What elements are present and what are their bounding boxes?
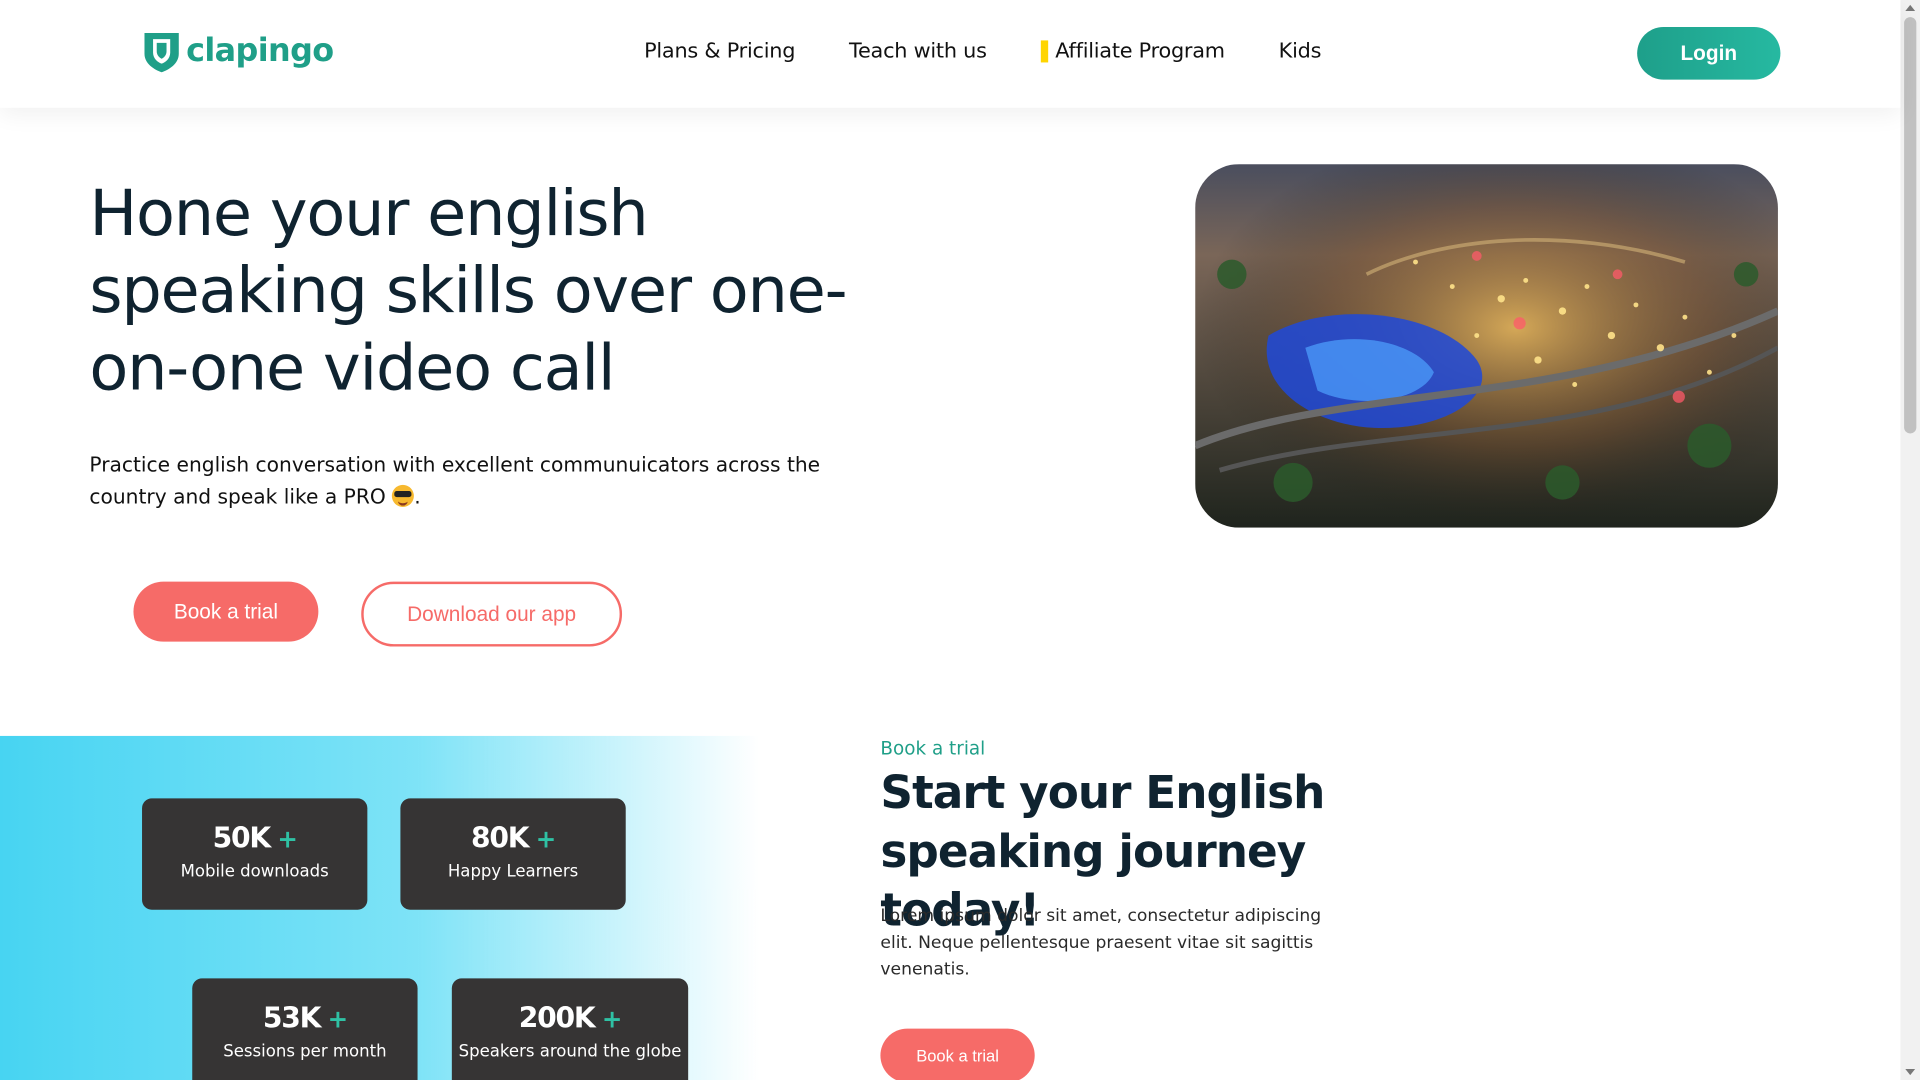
main-nav: Plans & Pricing Teach with us Affiliate … [644, 39, 1375, 63]
plus-icon: + [277, 824, 298, 854]
stat-number: 200K [518, 1002, 596, 1035]
nav-affiliate-program[interactable]: Affiliate Program [1040, 39, 1225, 64]
page-scrollbar[interactable] [1900, 0, 1920, 1080]
stat-number: 80K [471, 822, 530, 855]
stat-label: Speakers around the globe [458, 1042, 682, 1062]
stat-value: 200K + [452, 1003, 688, 1035]
hero-subtitle-end: . [414, 484, 421, 509]
scroll-down-arrow-icon[interactable] [1905, 1068, 1916, 1076]
stat-value: 53K + [192, 1003, 417, 1035]
clapingo-logo[interactable]: clapingo [142, 29, 334, 73]
plus-icon: + [327, 1004, 349, 1034]
stat-label: Happy Learners [447, 862, 579, 882]
plus-icon: + [601, 1004, 623, 1034]
stat-number: 53K [262, 1002, 322, 1035]
stat-card-learners: 80K + Happy Learners [400, 798, 626, 910]
stat-card-speakers: 200K + Speakers around the globe [451, 978, 689, 1080]
stat-card-sessions: 53K + Sessions per month [192, 978, 418, 1080]
stat-value: 50K + [142, 823, 367, 855]
stat-value: 80K + [400, 823, 625, 855]
brand-name: clapingo [186, 33, 334, 70]
hero-title: Hone your english speaking skills over o… [89, 177, 847, 406]
nav-teach-with-us[interactable]: Teach with us [849, 39, 987, 63]
highlight-bar [1040, 40, 1048, 63]
nav-plans-pricing[interactable]: Plans & Pricing [644, 39, 795, 63]
nav-affiliate-label: Affiliate Program [1055, 39, 1225, 64]
plus-icon: + [535, 824, 557, 854]
scroll-up-arrow-icon[interactable] [1905, 4, 1916, 12]
theme-park-aerial-image [1195, 164, 1778, 528]
hero-subtitle-text: Practice english conversation with excel… [89, 453, 821, 509]
book-trial-button[interactable]: Book a trial [133, 581, 319, 642]
sunglasses-emoji-icon [392, 484, 415, 507]
nav-kids[interactable]: Kids [1279, 39, 1322, 63]
stat-label: Mobile downloads [180, 862, 329, 882]
site-header: clapingo Plans & Pricing Teach with us A… [0, 0, 1901, 108]
section-body: Lorem ipsum dolor sit amet, consectetur … [880, 906, 1322, 980]
scroll-thumb[interactable] [1904, 17, 1917, 434]
section-eyebrow: Book a trial [880, 737, 986, 760]
shield-logo-icon [144, 33, 179, 73]
hero-subtitle: Practice english conversation with excel… [89, 449, 873, 513]
aerial-illustration [1195, 164, 1778, 528]
stat-card-downloads: 50K + Mobile downloads [142, 798, 368, 910]
login-button[interactable]: Login [1637, 26, 1781, 80]
section-book-trial-button[interactable]: Book a trial [880, 1028, 1035, 1080]
download-app-button[interactable]: Download our app [361, 581, 623, 647]
stat-label: Sessions per month [223, 1042, 387, 1062]
stat-number: 50K [212, 822, 272, 855]
